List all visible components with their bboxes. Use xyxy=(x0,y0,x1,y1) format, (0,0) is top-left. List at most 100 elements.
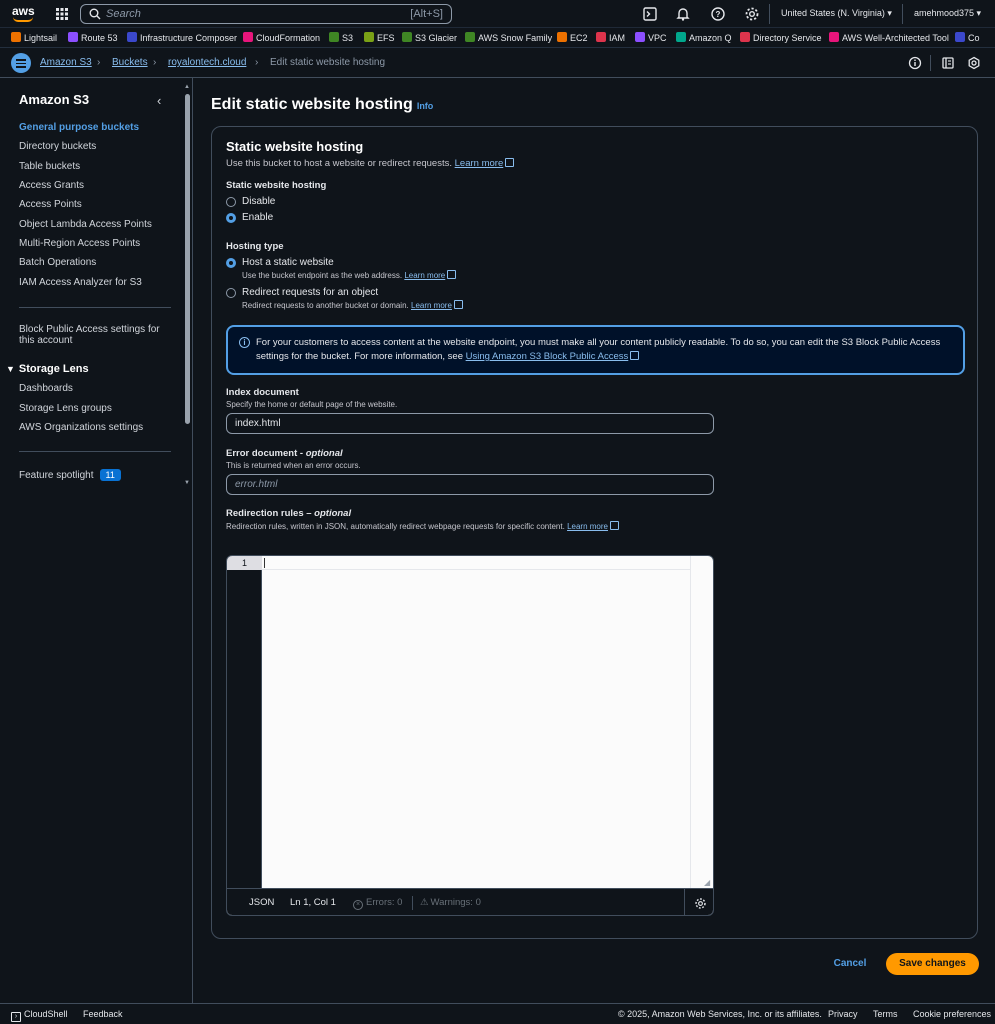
feedback-link[interactable]: Feedback xyxy=(83,1009,123,1019)
learn-more-link[interactable]: Learn more xyxy=(455,158,515,169)
favorite-label: Infrastructure Composer xyxy=(140,33,238,43)
learn-more-link[interactable]: Learn more xyxy=(411,300,463,310)
privacy-link[interactable]: Privacy xyxy=(828,1009,858,1019)
scrollbar-thumb[interactable] xyxy=(185,94,190,424)
favorite-label: AWS Snow Family xyxy=(478,33,553,43)
radio-enable-label[interactable]: Enable xyxy=(242,212,273,223)
info-link[interactable]: Info xyxy=(417,101,434,111)
sidebar-item-table-buckets[interactable]: Table buckets xyxy=(19,161,80,172)
index-document-description: Specify the home or default page of the … xyxy=(226,400,398,409)
favorite-vpc[interactable]: VPC xyxy=(635,32,667,44)
amazon-q-icon xyxy=(676,32,686,42)
sidebar-item-block-public-access[interactable]: Block Public Access settings for this acc… xyxy=(19,324,160,346)
sidebar-item-multi-region[interactable]: Multi-Region Access Points xyxy=(19,238,140,249)
scroll-up-icon[interactable]: ▲ xyxy=(184,84,190,90)
favorite-s3-glacier[interactable]: S3 Glacier xyxy=(402,32,457,44)
sidebar-item-access-grants[interactable]: Access Grants xyxy=(19,180,84,191)
breadcrumb-buckets[interactable]: Buckets xyxy=(112,57,148,68)
breadcrumb-current: Edit static website hosting xyxy=(270,57,386,68)
sidebar-item-iam-access-analyzer[interactable]: IAM Access Analyzer for S3 xyxy=(19,277,142,288)
editor-mode: JSON xyxy=(249,897,275,908)
favorite-amazon-q[interactable]: Amazon Q xyxy=(676,32,732,44)
sidebar: Amazon S3 ‹ General purpose buckets Dire… xyxy=(0,78,193,1003)
breadcrumb-bucket-name[interactable]: royalontech.cloud xyxy=(168,57,246,68)
cloudshell-icon[interactable] xyxy=(642,6,658,22)
cancel-button[interactable]: Cancel xyxy=(826,955,874,973)
sidebar-item-storage-lens-groups[interactable]: Storage Lens groups xyxy=(19,403,112,414)
learn-more-link[interactable]: Learn more xyxy=(567,521,619,531)
editor-warnings[interactable]: ⚠ Warnings: 0 xyxy=(420,897,481,908)
sidebar-item-organizations-settings[interactable]: AWS Organizations settings xyxy=(19,422,143,433)
text-cursor xyxy=(264,558,265,568)
radio-host-static-label[interactable]: Host a static website xyxy=(242,257,334,268)
info-circle-icon[interactable] xyxy=(908,56,922,70)
sidebar-item-feature-spotlight[interactable]: Feature spotlight 11 xyxy=(19,469,121,481)
favorite-cloudformation[interactable]: CloudFormation xyxy=(243,32,320,44)
block-public-access-link[interactable]: Using Amazon S3 Block Public Access xyxy=(466,351,640,362)
favorite-s3[interactable]: S3 xyxy=(329,32,353,44)
chevron-right-icon: › xyxy=(153,57,157,68)
footer: › CloudShell Feedback © 2025, Amazon Web … xyxy=(0,1003,995,1024)
radio-redirect-label[interactable]: Redirect requests for an object xyxy=(242,287,378,298)
favorite-directory-service[interactable]: Directory Service xyxy=(740,32,822,44)
sidebar-item-general-purpose-buckets[interactable]: General purpose buckets xyxy=(19,122,139,133)
favorite-snow-family[interactable]: AWS Snow Family xyxy=(465,32,552,44)
optional-tag: optional xyxy=(314,508,352,519)
cookie-preferences-link[interactable]: Cookie preferences xyxy=(913,1009,991,1019)
link-text: Learn more xyxy=(404,271,446,280)
account-menu[interactable]: amehmood375 ▾ xyxy=(914,8,981,19)
sidebar-divider xyxy=(19,307,171,308)
error-document-input[interactable]: error.html xyxy=(226,474,714,495)
sidebar-item-directory-buckets[interactable]: Directory buckets xyxy=(19,141,96,152)
radio-redirect-requests[interactable] xyxy=(226,288,236,298)
panel-icon[interactable] xyxy=(941,56,955,70)
static-website-hosting-panel: Static website hosting Use this bucket t… xyxy=(211,126,978,939)
favorite-label: Amazon Q xyxy=(689,33,732,43)
editor-settings-button[interactable] xyxy=(684,889,713,915)
resize-handle-icon[interactable]: ◢ xyxy=(704,878,710,887)
radio-disable[interactable] xyxy=(226,197,236,207)
scroll-down-icon[interactable]: ▼ xyxy=(184,480,190,486)
terms-link[interactable]: Terms xyxy=(873,1009,898,1019)
page-title: Edit static website hosting Info xyxy=(211,96,433,114)
sidebar-scrollbar[interactable]: ▲ ▼ xyxy=(184,84,191,488)
sidebar-item-access-points[interactable]: Access Points xyxy=(19,199,82,210)
favorite-efs[interactable]: EFS xyxy=(364,32,395,44)
radio-host-static-website[interactable] xyxy=(226,258,236,268)
menu-toggle-icon[interactable] xyxy=(11,53,31,73)
settings-cog-icon[interactable] xyxy=(967,56,981,70)
sidebar-item-object-lambda[interactable]: Object Lambda Access Points xyxy=(19,219,152,230)
breadcrumb-amazon-s3[interactable]: Amazon S3 xyxy=(40,57,92,68)
favorite-label: CloudFormation xyxy=(256,33,321,43)
radio-disable-label[interactable]: Disable xyxy=(242,196,275,207)
help-icon[interactable]: ? xyxy=(710,6,726,22)
region-selector[interactable]: United States (N. Virginia) ▾ xyxy=(781,8,892,19)
sidebar-item-dashboards[interactable]: Dashboards xyxy=(19,383,73,394)
search-input[interactable]: Search [Alt+S] xyxy=(80,4,452,24)
chevron-left-icon[interactable]: ‹ xyxy=(157,93,161,108)
favorite-label: Co xyxy=(968,33,980,43)
redirection-rules-editor[interactable]: 1 ◢ JSON Ln 1, Col 1 × Errors: 0 ⚠ Warning… xyxy=(226,555,714,916)
favorite-infrastructure-composer[interactable]: Infrastructure Composer xyxy=(127,32,237,44)
favorite-iam[interactable]: IAM xyxy=(596,32,625,44)
gear-icon[interactable] xyxy=(744,6,760,22)
aws-logo[interactable]: aws xyxy=(12,5,35,23)
favorite-route53[interactable]: Route 53 xyxy=(68,32,118,44)
sidebar-item-batch-operations[interactable]: Batch Operations xyxy=(19,257,96,268)
nav-divider xyxy=(769,4,770,24)
favorite-ec2[interactable]: EC2 xyxy=(557,32,588,44)
chevron-right-icon: › xyxy=(97,57,101,68)
bell-icon[interactable] xyxy=(675,6,691,22)
favorite-well-architected-tool[interactable]: AWS Well-Architected Tool xyxy=(829,32,949,44)
radio-enable[interactable] xyxy=(226,213,236,223)
learn-more-link[interactable]: Learn more xyxy=(404,270,457,280)
index-document-input[interactable]: index.html xyxy=(226,413,714,434)
favorite-lightsail[interactable]: Lightsail xyxy=(11,32,57,44)
apps-grid-icon[interactable] xyxy=(55,7,69,21)
save-changes-button[interactable]: Save changes xyxy=(886,953,979,975)
status-divider xyxy=(412,896,413,910)
sidebar-section-storage-lens[interactable]: ▼ Storage Lens xyxy=(6,363,89,375)
cloudshell-footer-link[interactable]: › CloudShell xyxy=(11,1009,68,1022)
favorite-truncated[interactable]: Co xyxy=(955,32,980,44)
editor-errors[interactable]: × Errors: 0 xyxy=(353,897,402,910)
